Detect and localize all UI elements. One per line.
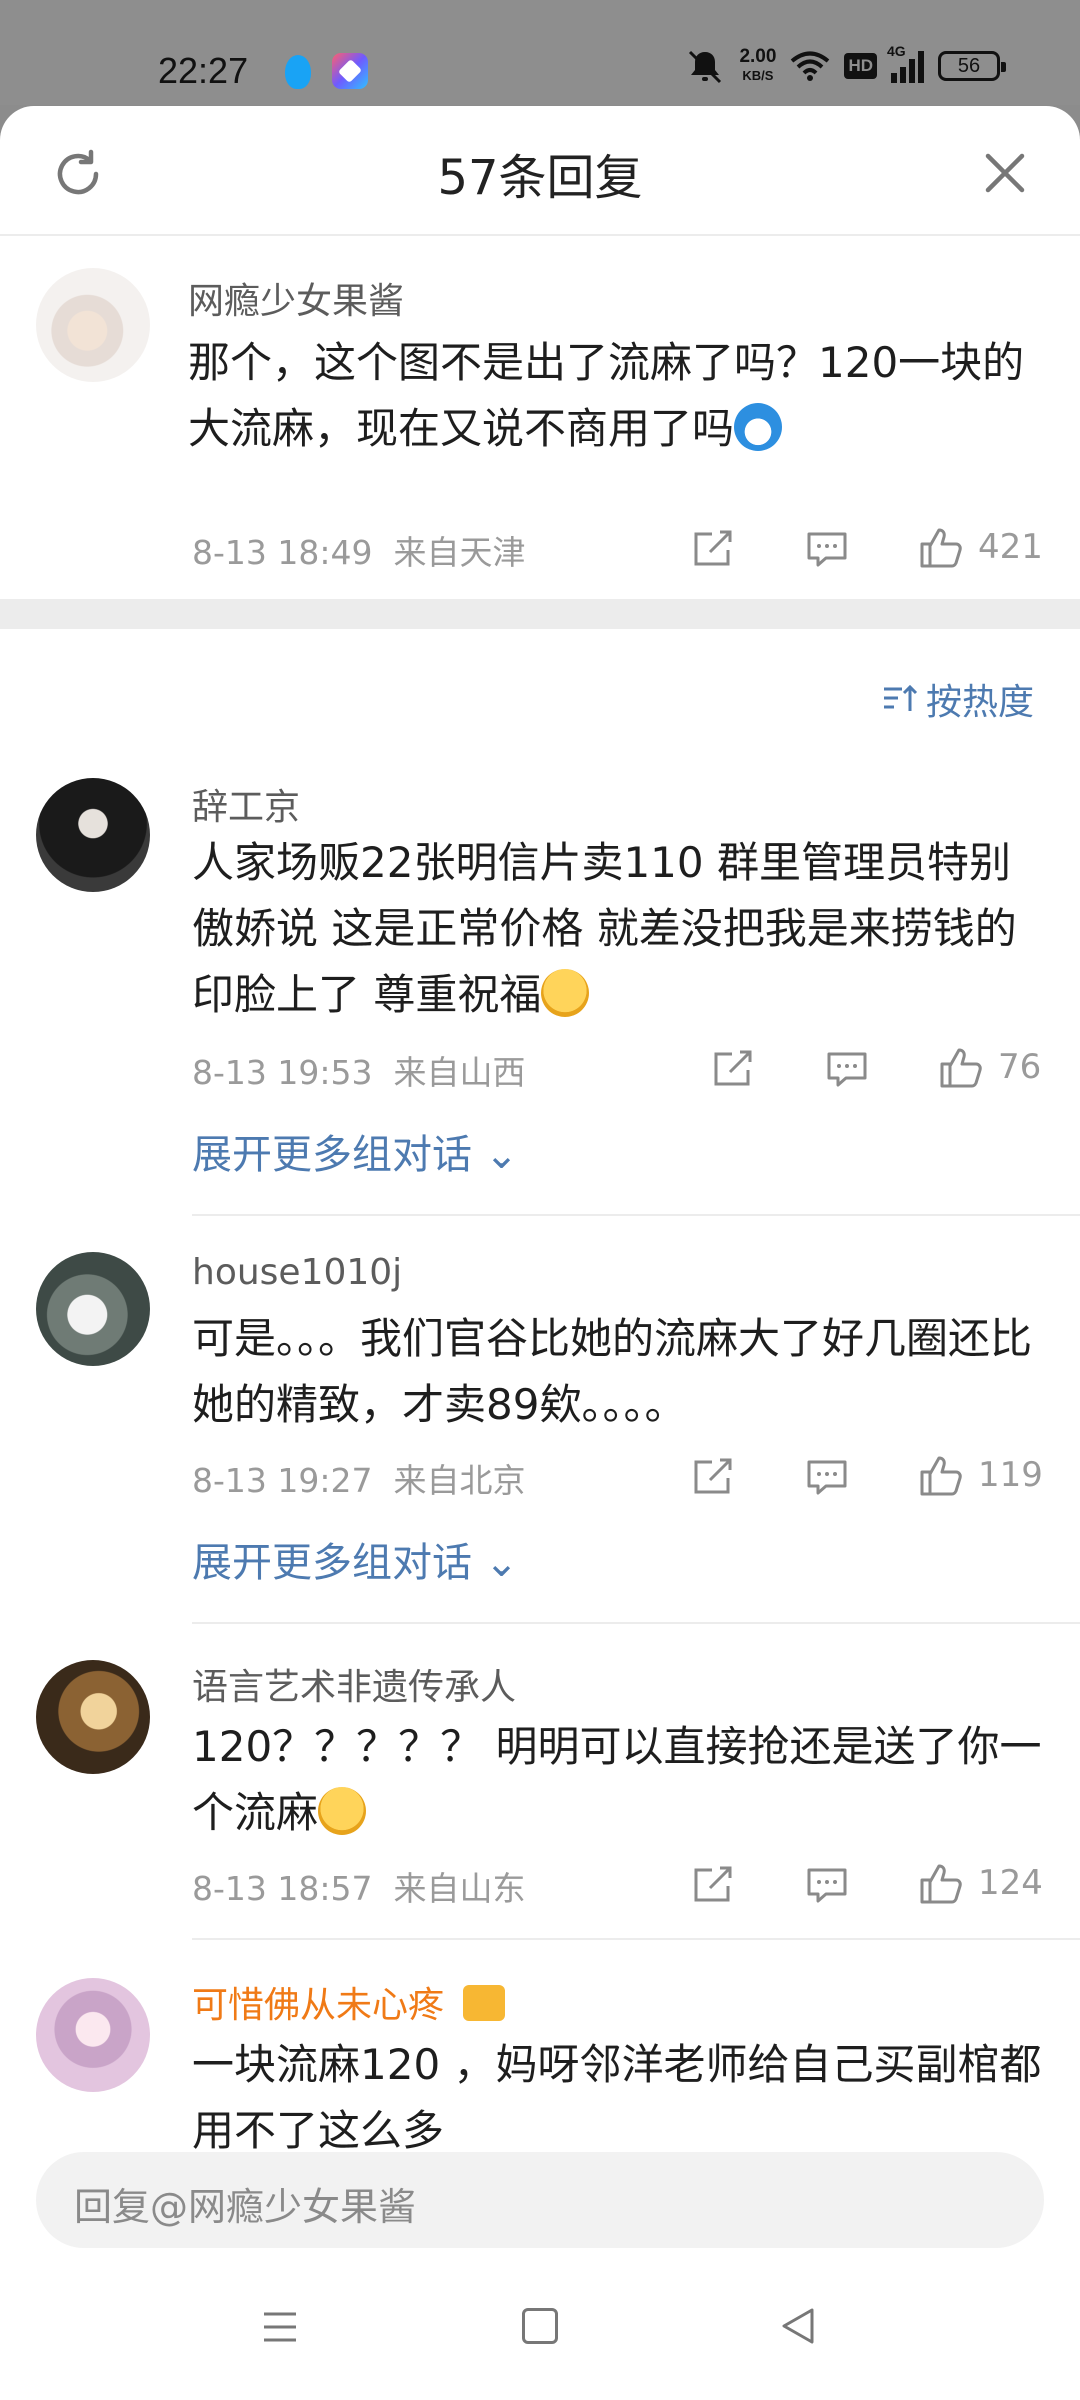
reply-location: 来自山西 — [393, 1053, 526, 1092]
status-time: 22:27 — [158, 50, 249, 91]
home-icon[interactable] — [522, 2308, 558, 2344]
reply-date: 8-13 18:57 — [192, 1869, 373, 1908]
sort-label[interactable]: 按热度 — [926, 673, 1034, 725]
system-nav-bar — [0, 2260, 1080, 2400]
hd-icon: HD — [844, 53, 877, 79]
reply-username[interactable]: 语言艺术非遗传承人 — [192, 1658, 516, 1710]
shocked-emoji-icon — [318, 1787, 367, 1835]
comment-icon[interactable] — [804, 1862, 850, 1908]
reply-username-text[interactable]: 可惜佛从未心疼 — [192, 1985, 444, 2026]
reply-text-body: 人家场贩22张明信片卖110 群里管理员特别傲娇说 这是正常价格 就差没把我是来… — [192, 838, 1017, 1019]
like-icon[interactable] — [918, 1452, 964, 1498]
chevron-down-icon: ⌄ — [472, 1540, 519, 1586]
reply-divider — [192, 1938, 1080, 1940]
main-comment-location: 来自天津 — [393, 533, 526, 572]
network-speed: 2.00 KB/S — [739, 47, 776, 85]
reply-divider — [192, 1214, 1080, 1216]
expand-label[interactable]: 展开更多组对话 — [192, 1540, 472, 1586]
reply-like[interactable]: 124 — [918, 1860, 1043, 1906]
hug-emoji-icon — [541, 969, 590, 1017]
reply-username[interactable]: house1010j — [192, 1252, 402, 1293]
main-comment-like[interactable]: 421 — [918, 524, 1043, 570]
like-count: 119 — [978, 1455, 1043, 1495]
reply-date: 8-13 19:53 — [192, 1053, 373, 1092]
status-bar: 22:27 2.00 KB/S HD 4G 56 — [0, 0, 1080, 105]
share-icon[interactable] — [710, 1046, 756, 1092]
reply-location: 来自山东 — [393, 1869, 526, 1908]
replies-sheet: 57条回复 网瘾少女果酱 那个，这个图不是出了流麻了吗？120一块的大流麻，现在… — [0, 106, 1080, 2400]
sheet-title: 57条回复 — [437, 150, 643, 206]
signal-icon: 4G — [887, 43, 924, 83]
avatar[interactable] — [36, 1978, 150, 2092]
reply-meta: 8-13 18:57 来自山东 — [192, 1862, 525, 1910]
app-notification-icon — [332, 53, 368, 89]
comment-icon[interactable] — [804, 1454, 850, 1500]
mute-icon — [689, 50, 722, 84]
main-comment-text-body: 那个，这个图不是出了流麻了吗？120一块的大流麻，现在又说不商用了吗 — [188, 338, 1025, 453]
qq-notification-icon — [285, 55, 311, 89]
reply-text: 可是。。。我们官谷比她的流麻大了好几圈还比她的精致，才卖89欸。。。。 — [192, 1314, 1033, 1429]
share-icon[interactable] — [690, 526, 736, 572]
reply-divider — [192, 1622, 1080, 1624]
signal-label: 4G — [887, 43, 906, 59]
reply-like[interactable]: 76 — [938, 1044, 1041, 1090]
reply-date: 8-13 19:27 — [192, 1461, 373, 1500]
like-icon[interactable] — [918, 524, 964, 570]
close-icon[interactable] — [980, 148, 1030, 198]
status-indicators: 2.00 KB/S HD 4G 56 — [685, 43, 1006, 86]
battery-icon: 56 — [938, 51, 1006, 81]
expand-conversation-link[interactable]: 展开更多组对话 ⌄ — [192, 1122, 518, 1180]
avatar[interactable] — [36, 778, 150, 892]
like-icon[interactable] — [938, 1044, 984, 1090]
comment-icon[interactable] — [804, 526, 850, 572]
reply-like[interactable]: 119 — [918, 1452, 1043, 1498]
expand-conversation-link[interactable]: 展开更多组对话 ⌄ — [192, 1530, 518, 1588]
avatar[interactable] — [36, 1252, 150, 1366]
crown-badge-icon — [463, 1985, 506, 2021]
like-count: 76 — [998, 1047, 1042, 1087]
avatar[interactable] — [36, 1660, 150, 1774]
reply-username[interactable]: 辞工京 — [192, 778, 300, 830]
main-comment-text: 那个，这个图不是出了流麻了吗？120一块的大流麻，现在又说不商用了吗 — [188, 330, 1048, 462]
wifi-icon — [791, 51, 830, 81]
like-count: 124 — [978, 1863, 1043, 1903]
sheet-header: 57条回复 — [0, 106, 1080, 236]
back-icon[interactable] — [778, 2306, 818, 2346]
main-comment-meta: 8-13 18:49 来自天津 — [192, 526, 525, 574]
chevron-down-icon: ⌄ — [472, 1132, 519, 1178]
reply-meta: 8-13 19:53 来自山西 — [192, 1046, 525, 1094]
reply-username[interactable]: 可惜佛从未心疼 — [192, 1976, 506, 2028]
comment-icon[interactable] — [824, 1046, 870, 1092]
sort-by-hot-button[interactable]: 按热度 — [882, 673, 1034, 725]
reply-text: 一块流麻120 ，妈呀邻洋老师给自己买副棺都用不了这么多 — [192, 2040, 1042, 2154]
main-comment-date: 8-13 18:49 — [192, 533, 373, 572]
sort-icon — [883, 684, 918, 711]
like-count: 421 — [978, 527, 1043, 567]
reply-meta: 8-13 19:27 来自北京 — [192, 1454, 525, 1502]
reply-input-placeholder[interactable]: 回复@网瘾少女果酱 — [74, 2176, 416, 2231]
doraemon-emoji-icon — [734, 403, 783, 451]
reply-location: 来自北京 — [393, 1461, 526, 1500]
avatar[interactable] — [36, 268, 150, 382]
reply-text: 120？？？？？ 明明可以直接抢还是送了你一个流麻 — [192, 1714, 1052, 1846]
like-icon[interactable] — [918, 1860, 964, 1906]
network-speed-unit: KB/S — [742, 68, 774, 83]
share-icon[interactable] — [690, 1454, 736, 1500]
reply-text: 人家场贩22张明信片卖110 群里管理员特别傲娇说 这是正常价格 就差没把我是来… — [192, 830, 1052, 1028]
menu-icon[interactable] — [262, 2310, 298, 2344]
share-icon[interactable] — [690, 1862, 736, 1908]
network-speed-value: 2.00 — [739, 46, 777, 67]
main-comment-username[interactable]: 网瘾少女果酱 — [188, 272, 404, 324]
expand-label[interactable]: 展开更多组对话 — [192, 1132, 472, 1178]
reply-input[interactable]: 回复@网瘾少女果酱 — [36, 2152, 1044, 2248]
section-divider — [0, 599, 1080, 629]
